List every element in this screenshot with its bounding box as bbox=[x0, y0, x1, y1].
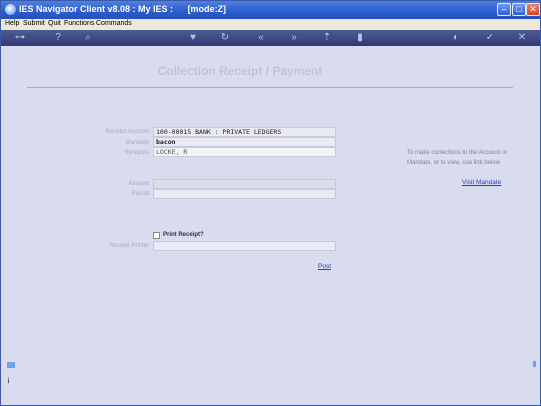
app-window: IES Navigator Client v8.08 : My IES : [m… bbox=[0, 0, 541, 406]
post-link[interactable]: Post bbox=[318, 263, 331, 270]
check-icon[interactable]: ✓ bbox=[483, 31, 497, 45]
print-receipt-label: Print Receipt? bbox=[163, 232, 204, 238]
period-field[interactable] bbox=[153, 189, 336, 199]
close-window-button[interactable]: ✕ bbox=[526, 3, 540, 16]
mandate-field[interactable]: bacon bbox=[153, 137, 336, 147]
minimize-button[interactable]: – bbox=[497, 3, 511, 16]
mandate-label: Mandate bbox=[125, 140, 149, 146]
receipt-account-label: Receipt Account bbox=[105, 129, 149, 135]
close-icon[interactable]: ✕ bbox=[515, 31, 529, 45]
toolbar: ⊶ ? ⌕ ♥ ↻ « » ⇡ ▮ ◐ ✓ ✕ bbox=[1, 30, 540, 46]
side-panel-icon[interactable] bbox=[7, 362, 15, 368]
menu-commands[interactable]: Commands bbox=[96, 20, 132, 27]
key-icon[interactable]: ⊶ bbox=[9, 31, 31, 45]
menu-quit[interactable]: Quit bbox=[48, 20, 61, 27]
window-mode: [mode:Z] bbox=[187, 4, 227, 14]
synopsis-field[interactable]: LOCKE, R bbox=[153, 147, 336, 157]
side-info-icon[interactable]: ¡ bbox=[7, 376, 15, 384]
divider bbox=[27, 87, 513, 88]
window-title: IES Navigator Client v8.08 : My IES : [m… bbox=[19, 4, 226, 14]
side-arrow-icon[interactable] bbox=[533, 361, 536, 367]
document-icon[interactable]: ▮ bbox=[353, 31, 367, 45]
receipt-printer-label: Receipt Printer bbox=[109, 243, 149, 249]
app-logo-icon bbox=[5, 4, 16, 15]
receipt-printer-field[interactable] bbox=[153, 241, 336, 251]
menu-bar: Help Submit Quit Functions Commands bbox=[1, 19, 540, 30]
search-icon[interactable]: ⌕ bbox=[81, 31, 95, 45]
refresh-icon[interactable]: ↻ bbox=[218, 31, 232, 45]
heart-icon[interactable]: ♥ bbox=[186, 31, 200, 45]
menu-submit[interactable]: Submit bbox=[23, 20, 45, 27]
forward-icon[interactable]: » bbox=[287, 31, 301, 45]
menu-help[interactable]: Help bbox=[5, 20, 19, 27]
page-title: Collection Receipt / Payment bbox=[157, 64, 323, 78]
globe-icon[interactable]: ◐ bbox=[449, 31, 463, 45]
synopsis-label: Synopsis bbox=[124, 150, 149, 156]
print-receipt-checkbox[interactable] bbox=[153, 232, 160, 239]
window-title-text: IES Navigator Client v8.08 : My IES : bbox=[19, 4, 174, 14]
amount-label: Amount bbox=[128, 181, 149, 187]
menu-functions[interactable]: Functions bbox=[64, 20, 94, 27]
receipt-account-field[interactable]: 100-00015 BANK : PRIVATE LEDGERS bbox=[153, 127, 336, 137]
amount-field[interactable] bbox=[153, 179, 336, 189]
maximize-button[interactable]: □ bbox=[512, 3, 526, 16]
period-label: Period bbox=[131, 191, 149, 197]
view-mandate-link[interactable]: Visit Mandate bbox=[462, 179, 501, 186]
help-icon[interactable]: ? bbox=[51, 31, 65, 45]
help-text: To make corrections to the Account or Ma… bbox=[407, 150, 508, 166]
title-bar: IES Navigator Client v8.08 : My IES : [m… bbox=[1, 1, 540, 19]
upload-icon[interactable]: ⇡ bbox=[320, 31, 334, 45]
back-icon[interactable]: « bbox=[254, 31, 268, 45]
